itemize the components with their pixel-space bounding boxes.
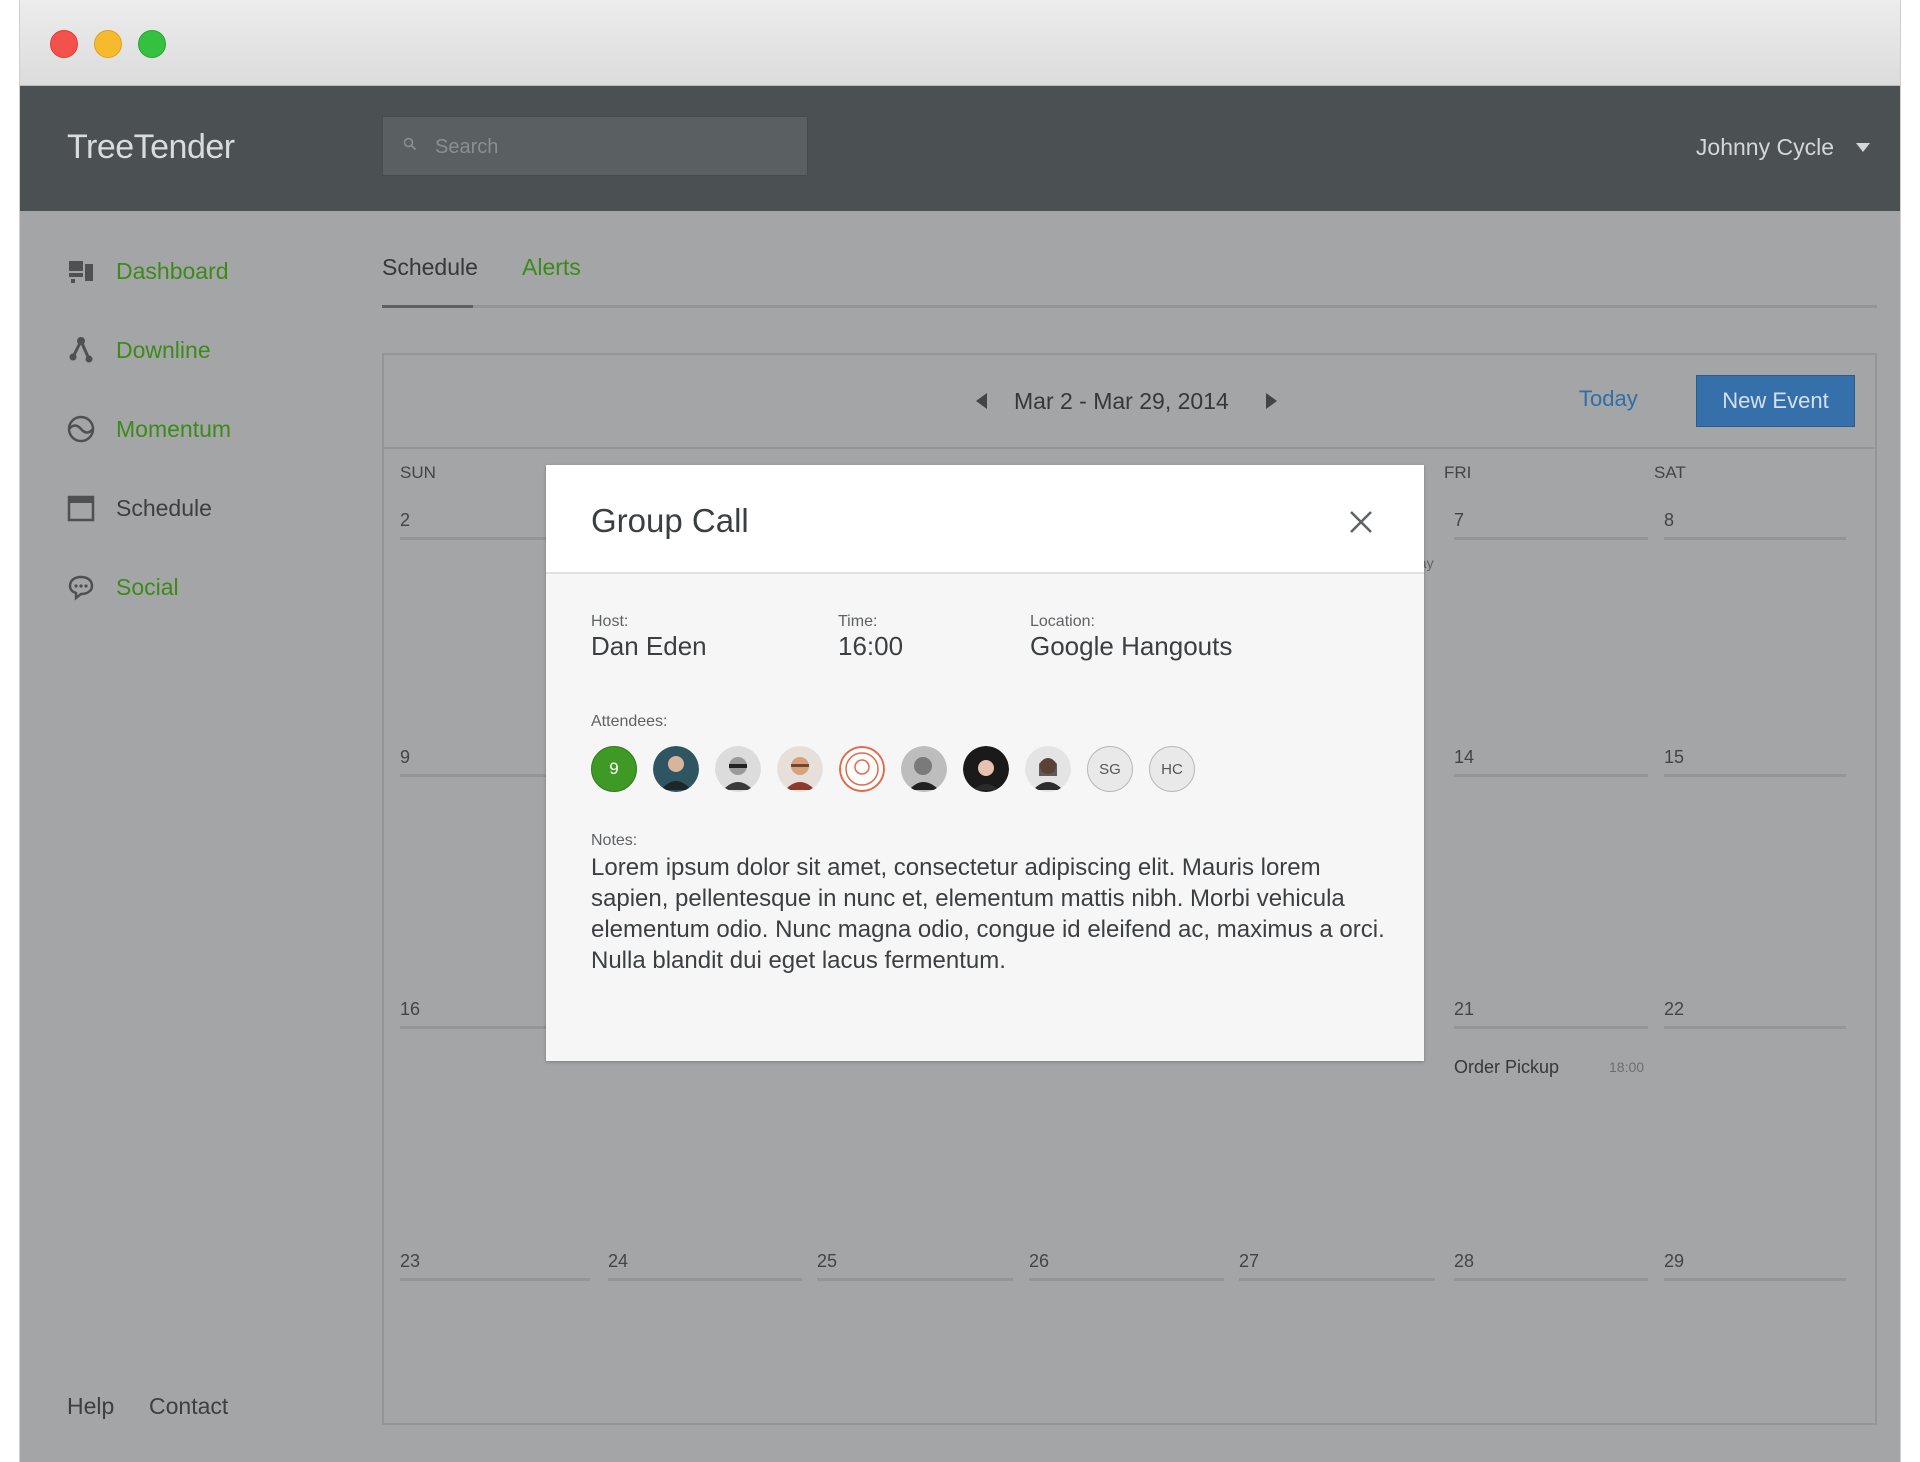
search-box[interactable] — [382, 116, 808, 176]
calendar-day[interactable]: 29 — [1664, 1251, 1846, 1281]
notes-text: Lorem ipsum dolor sit amet, consectetur … — [591, 854, 1385, 974]
attendee-count-badge[interactable]: 9 — [591, 746, 637, 792]
chat-bubble-icon — [66, 572, 96, 602]
calendar-day[interactable]: 22 — [1664, 999, 1846, 1029]
time-label: Time: — [838, 613, 878, 630]
minimize-window-button[interactable] — [94, 30, 122, 58]
dashboard-icon — [66, 256, 96, 286]
event-title[interactable]: Order Pickup — [1454, 1057, 1559, 1078]
attendee-avatar[interactable] — [653, 746, 699, 792]
day-of-week-label: FRI — [1444, 463, 1472, 482]
date-range-label: Mar 2 - Mar 29, 2014 — [1014, 388, 1229, 414]
calendar-day[interactable]: 14 — [1454, 747, 1648, 777]
calendar-day[interactable]: 26 — [1029, 1251, 1224, 1281]
momentum-icon — [66, 414, 96, 444]
close-icon[interactable] — [1346, 507, 1376, 537]
active-tab-indicator — [382, 305, 473, 308]
calendar-day[interactable]: 23 — [400, 1251, 590, 1281]
tab-alerts[interactable]: Alerts — [522, 254, 581, 281]
window-titlebar — [20, 0, 1900, 86]
host-label: Host: — [591, 613, 629, 630]
sidebar-item-dashboard[interactable]: Dashboard — [66, 256, 229, 286]
attendee-avatar[interactable] — [715, 746, 761, 792]
attendee-initials-badge[interactable]: SG — [1087, 746, 1133, 792]
calendar-day[interactable]: 15 — [1664, 747, 1846, 777]
calendar-day[interactable]: 28 — [1454, 1251, 1648, 1281]
search-icon — [403, 137, 417, 151]
tab-bar: Schedule Alerts — [382, 245, 1877, 308]
calendar-header: Mar 2 - Mar 29, 2014 Today New Event — [384, 355, 1875, 449]
contact-link[interactable]: Contact — [149, 1393, 228, 1420]
notes-label: Notes: — [591, 832, 638, 849]
sidebar-item-label: Social — [116, 573, 179, 600]
calendar-day[interactable]: 21 — [1454, 999, 1648, 1029]
tab-schedule[interactable]: Schedule — [382, 254, 478, 281]
sidebar-item-label: Schedule — [116, 494, 212, 521]
sidebar-item-schedule[interactable]: Schedule — [66, 493, 212, 523]
calendar-day[interactable]: 25 — [817, 1251, 1013, 1281]
event-time: 18:00 — [1609, 1059, 1645, 1075]
help-link[interactable]: Help — [67, 1393, 114, 1420]
sidebar-item-social[interactable]: Social — [66, 572, 179, 602]
sidebar-item-momentum[interactable]: Momentum — [66, 414, 231, 444]
day-of-week-label: SAT — [1654, 463, 1686, 482]
attendee-avatar[interactable] — [963, 746, 1009, 792]
brand-logo[interactable]: TreeTender — [67, 128, 235, 167]
attendee-avatar[interactable] — [901, 746, 947, 792]
calendar-day[interactable]: 27 — [1239, 1251, 1435, 1281]
search-input[interactable] — [433, 131, 787, 163]
modal-title: Group Call — [591, 502, 749, 539]
sidebar-item-label: Dashboard — [116, 257, 229, 284]
attendee-avatar[interactable] — [1025, 746, 1071, 792]
attendee-list: 9 SG HC — [591, 746, 1195, 792]
calendar-day[interactable]: 7 — [1454, 510, 1648, 540]
downline-icon — [66, 335, 96, 365]
user-name: Johnny Cycle — [1695, 134, 1834, 160]
calendar-icon — [66, 493, 96, 523]
attendees-label: Attendees: — [591, 713, 668, 730]
calendar-day[interactable]: 24 — [608, 1251, 802, 1281]
app-header: TreeTender Johnny Cycle — [20, 86, 1900, 211]
attendee-avatar[interactable] — [839, 746, 885, 792]
previous-arrow-icon[interactable] — [976, 393, 987, 409]
location-label: Location: — [1030, 613, 1095, 630]
day-of-week-label: SUN — [400, 463, 436, 482]
attendee-avatar[interactable] — [777, 746, 823, 792]
new-event-button[interactable]: New Event — [1696, 375, 1855, 427]
modal-header: Group Call — [546, 465, 1424, 574]
sidebar-item-downline[interactable]: Downline — [66, 335, 211, 365]
maximize-window-button[interactable] — [138, 30, 166, 58]
attendee-initials-badge[interactable]: HC — [1149, 746, 1195, 792]
sidebar-item-label: Momentum — [116, 415, 232, 442]
event-modal: Group Call Host: Dan Eden Time: 16:00 Lo… — [546, 465, 1424, 1061]
app-window: TreeTender Johnny Cycle Dashboard — [20, 0, 1900, 1462]
host-value: Dan Eden — [591, 631, 707, 661]
close-window-button[interactable] — [50, 30, 78, 58]
calendar-day[interactable]: 8 — [1664, 510, 1846, 540]
sidebar-item-label: Downline — [116, 336, 211, 363]
location-value: Google Hangouts — [1030, 631, 1233, 661]
user-menu[interactable]: Johnny Cycle — [1696, 134, 1870, 161]
time-value: 16:00 — [838, 631, 904, 661]
next-arrow-icon[interactable] — [1266, 393, 1277, 409]
chevron-down-icon — [1856, 143, 1870, 152]
today-button[interactable]: Today — [1579, 386, 1638, 412]
